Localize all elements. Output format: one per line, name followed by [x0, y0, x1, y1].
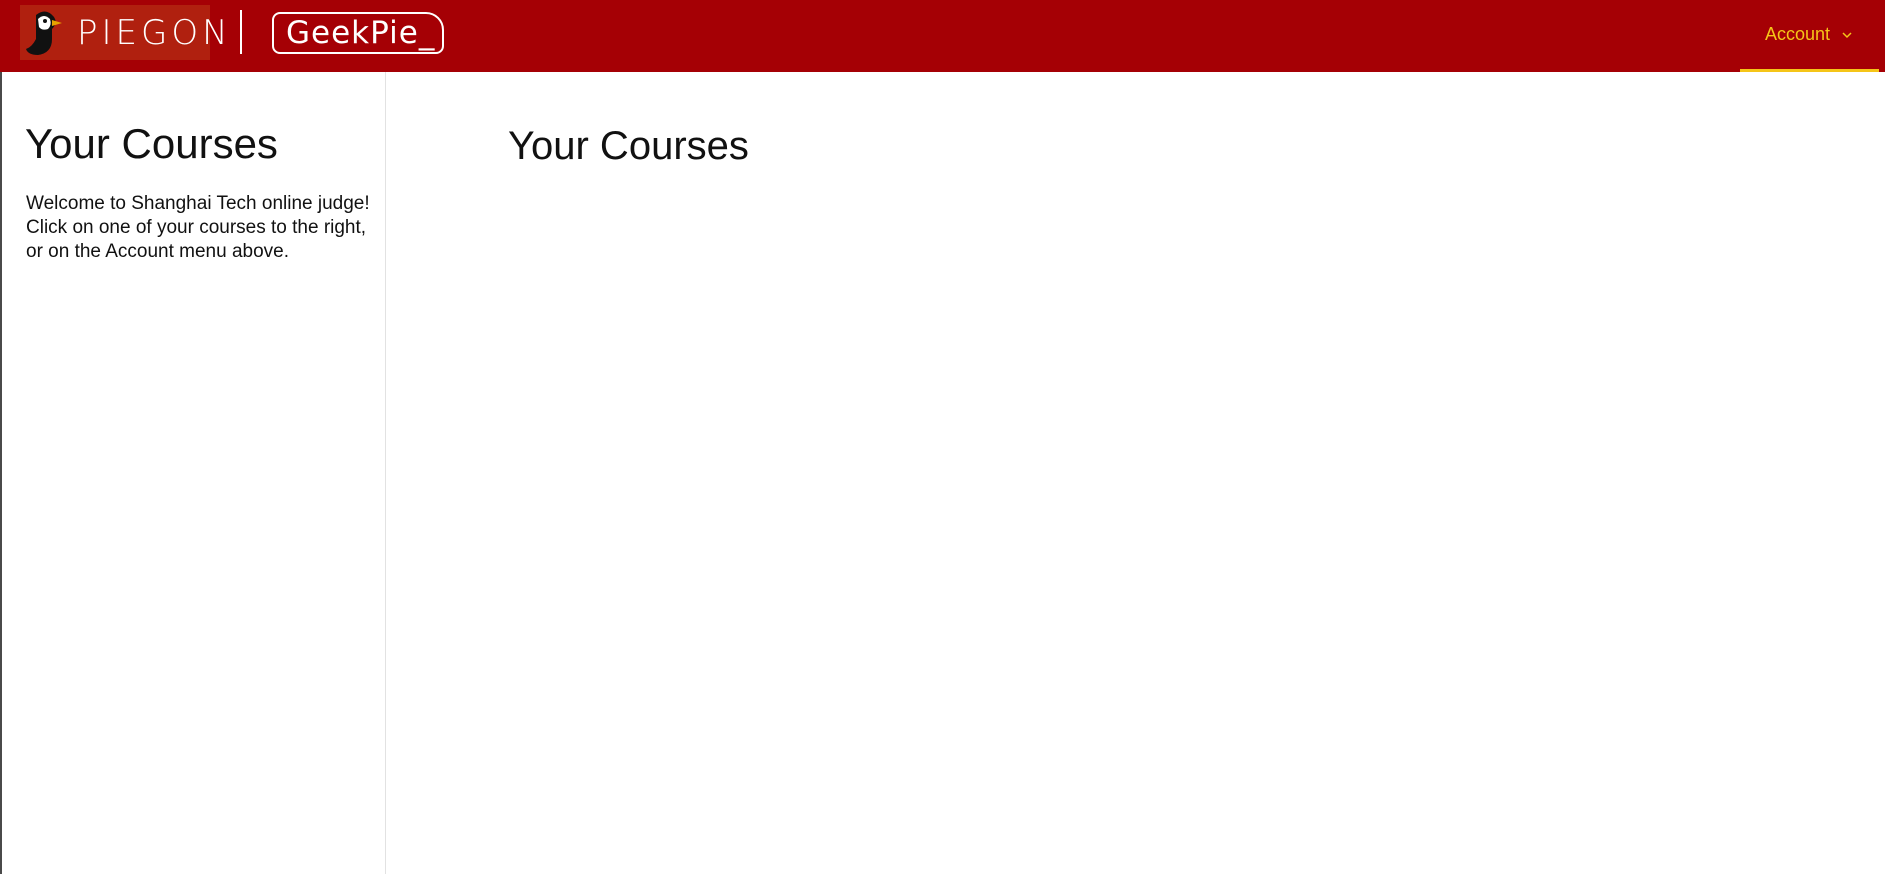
pigeon-icon — [26, 11, 62, 56]
account-menu[interactable]: Account — [1740, 0, 1879, 72]
account-label: Account — [1764, 24, 1831, 44]
sidebar-title: Your Courses — [25, 120, 278, 167]
top-navbar: PIEGON GeekPie_ Account — [0, 0, 1885, 72]
chevron-down-icon — [1842, 31, 1852, 38]
sidebar: Your Courses Welcome to Shanghai Tech on… — [2, 72, 386, 874]
welcome-text: Welcome to Shanghai Tech online judge! C… — [26, 193, 370, 262]
piegon-logo[interactable]: PIEGON — [20, 5, 228, 60]
brand-name: PIEGON — [77, 13, 232, 53]
logo-divider — [240, 10, 242, 54]
page-title: Your Courses — [508, 124, 749, 168]
geekpie-logo[interactable]: GeekPie_ — [272, 12, 444, 54]
